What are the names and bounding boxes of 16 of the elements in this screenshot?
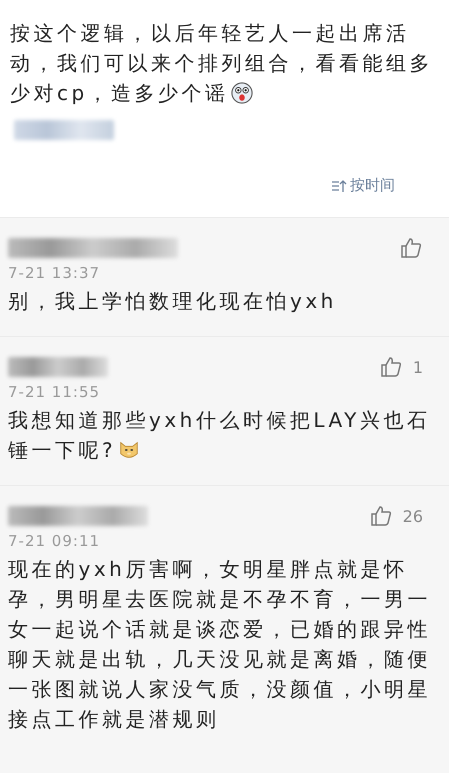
comment-time: 7-21 09:11	[8, 532, 102, 550]
thumbs-up-icon[interactable]	[378, 355, 403, 379]
dog-face-icon	[118, 439, 140, 461]
thumbs-up-icon[interactable]	[399, 236, 423, 260]
thumbs-up-icon[interactable]	[368, 504, 393, 528]
like-count: 26	[402, 506, 423, 526]
comment-text: 别，我上学怕数理化现在怕yxh	[8, 288, 338, 315]
like-count: 1	[412, 358, 423, 376]
comment-text: 现在的yxh厉害啊，女明星胖点就是怀孕，男明星去医院就是不孕不育，一男一女一起说个话就是谈恋爱，已婚的跟异性聊天就是出轨，几天没见就是离婚，随便一张图就说人家没气质，没颜值，小明星接点工作就是潜规则	[8, 556, 432, 733]
shocked-face-icon	[230, 82, 253, 104]
comment-time: 7-21 11:55	[8, 383, 102, 401]
comment-text: 我想知道那些yxh什么时候把LAY兴也石锤一下呢?	[8, 407, 432, 464]
sort-by-time-button[interactable]: 按时间	[331, 176, 395, 195]
post-text: 按这个逻辑，以后年轻艺人一起出席活动，我们可以来个排列组合，看看能组多少对cp，造多少个谣	[10, 20, 434, 107]
comment-time: 7-21 13:37	[8, 264, 102, 282]
sort-icon	[331, 178, 347, 192]
